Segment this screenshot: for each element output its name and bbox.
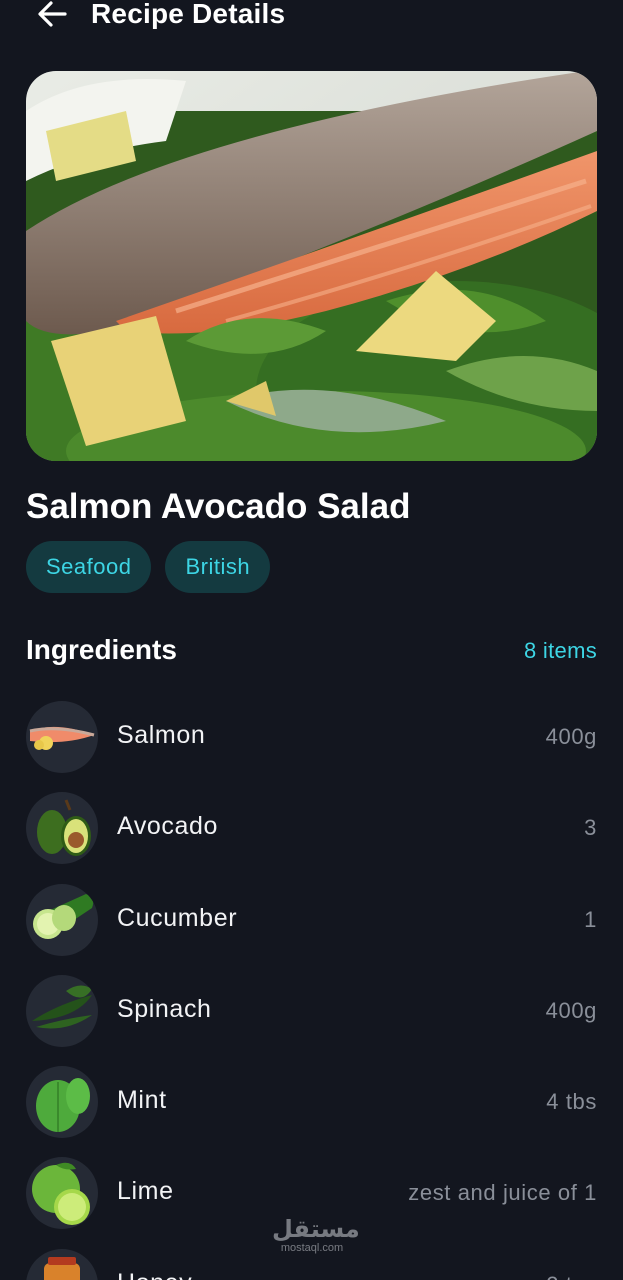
ingredients-list: Salmon 400g Avocado 3 Cucumber 1 Spinach…: [26, 701, 597, 1280]
app-header: Recipe Details: [0, 0, 623, 42]
avocado-icon: [37, 799, 91, 857]
ingredient-thumb: [26, 701, 98, 773]
ingredients-header: Ingredients 8 items: [26, 632, 597, 672]
ingredient-qty: 4 tbs: [546, 1089, 597, 1115]
watermark-latin: mostaql.com: [280, 1242, 344, 1254]
ingredient-row-mint[interactable]: Mint 4 tbs: [26, 1066, 597, 1157]
recipe-details-screen: Recipe Details Salmon Avocado Salad Seaf…: [0, 0, 623, 1280]
ingredient-row-spinach[interactable]: Spinach 400g: [26, 974, 597, 1066]
spinach-icon: [32, 985, 92, 1029]
recipe-image: [26, 71, 597, 461]
ingredient-row-cucumber[interactable]: Cucumber 1: [26, 883, 597, 975]
arrow-left-icon: [38, 1, 67, 27]
ingredient-name: Mint: [117, 1086, 167, 1115]
honey-icon: [44, 1256, 80, 1280]
ingredient-thumb: [26, 974, 98, 1047]
ingredient-name: Salmon: [117, 721, 206, 749]
tag-seafood[interactable]: Seafood: [26, 541, 152, 593]
salmon-icon: [29, 726, 95, 750]
ingredient-qty: 400g: [545, 724, 597, 749]
ingredient-thumb: [26, 1157, 98, 1230]
ingredient-thumb: [26, 1248, 98, 1280]
salmon-salad-photo: [26, 71, 597, 461]
ingredient-qty: 2 tsp: [546, 1272, 597, 1280]
ingredient-name: Spinach: [117, 994, 212, 1023]
watermark: مستقل mostaql.com: [272, 1216, 360, 1255]
ingredient-qty: 1: [584, 906, 597, 932]
mint-icon: [36, 1078, 90, 1133]
recipe-title: Salmon Avocado Salad: [26, 487, 411, 526]
recipe-tags: Seafood British: [26, 541, 271, 593]
cucumber-icon: [33, 893, 94, 939]
ingredient-name: Lime: [117, 1177, 174, 1206]
ingredient-name: Honey: [117, 1269, 192, 1280]
page-title: Recipe Details: [91, 0, 286, 29]
ingredient-qty: 3: [584, 815, 597, 841]
ingredient-qty: 400g: [545, 997, 597, 1023]
ingredient-thumb: [26, 883, 98, 956]
ingredient-thumb: [26, 1066, 98, 1139]
ingredient-name: Cucumber: [117, 903, 238, 932]
ingredient-name: Avocado: [117, 812, 219, 841]
ingredient-row-salmon[interactable]: Salmon 400g: [26, 701, 597, 792]
ingredients-title: Ingredients: [26, 634, 177, 665]
back-button[interactable]: [32, 0, 72, 30]
ingredient-row-avocado[interactable]: Avocado 3: [26, 792, 597, 883]
ingredients-count: 8 items: [523, 638, 597, 663]
watermark-arabic: مستقل: [272, 1216, 360, 1243]
lime-icon: [32, 1163, 90, 1226]
ingredient-thumb: [26, 792, 98, 865]
ingredient-qty: zest and juice of 1: [408, 1180, 597, 1206]
tag-british[interactable]: British: [165, 541, 271, 593]
